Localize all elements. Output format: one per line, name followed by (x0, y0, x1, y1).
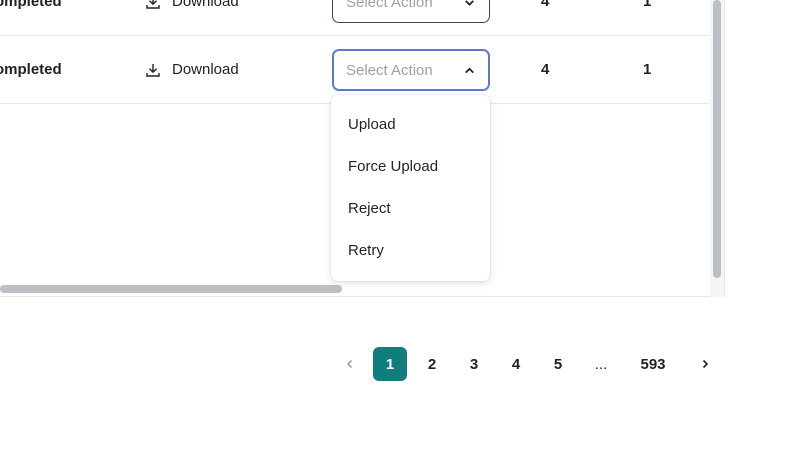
page-button-4[interactable]: 4 (499, 347, 533, 381)
page-button-3[interactable]: 3 (457, 347, 491, 381)
download-icon (146, 63, 160, 77)
menu-item-upload[interactable]: Upload (331, 104, 490, 146)
page-button-2[interactable]: 2 (415, 347, 449, 381)
horizontal-scrollbar-thumb[interactable] (0, 285, 342, 293)
action-select[interactable]: Select Action (332, 49, 490, 91)
page-ellipsis: ... (594, 355, 608, 373)
page: ompleted Download Select Action 4 1 ompl… (0, 0, 800, 450)
download-label: Download (172, 0, 239, 10)
next-page-button[interactable] (688, 347, 722, 381)
page-button-last[interactable]: 593 (636, 347, 670, 381)
select-placeholder: Select Action (346, 0, 433, 11)
page-button-5[interactable]: 5 (541, 347, 575, 381)
download-label: Download (172, 61, 239, 78)
chevron-left-icon (346, 359, 353, 369)
table-row: ompleted Download Select Action 4 1 (0, 36, 710, 104)
page-button-1[interactable]: 1 (373, 347, 407, 381)
menu-item-retry[interactable]: Retry (331, 230, 490, 272)
menu-item-force-upload[interactable]: Force Upload (331, 146, 490, 188)
vertical-scrollbar-thumb[interactable] (713, 0, 721, 278)
chevron-down-icon (465, 0, 474, 6)
count-b: 1 (643, 61, 652, 78)
download-icon (146, 0, 160, 9)
status-text: ompleted (0, 0, 62, 10)
prev-page-button[interactable] (333, 347, 367, 381)
table-row: ompleted Download Select Action 4 1 (0, 0, 710, 36)
action-dropdown-menu: Upload Force Upload Reject Retry (331, 95, 490, 281)
count-a: 4 (541, 61, 550, 78)
download-link[interactable]: Download (145, 61, 239, 78)
select-placeholder: Select Action (346, 61, 433, 79)
pagination: 1 2 3 4 5 ... 593 (0, 347, 800, 381)
chevron-up-icon (465, 67, 474, 73)
chevron-right-icon (702, 359, 709, 369)
count-a: 4 (541, 0, 550, 10)
download-link[interactable]: Download (145, 0, 239, 10)
menu-item-reject[interactable]: Reject (331, 188, 490, 230)
count-b: 1 (643, 0, 652, 10)
status-text: ompleted (0, 61, 62, 78)
action-select[interactable]: Select Action (332, 0, 490, 23)
